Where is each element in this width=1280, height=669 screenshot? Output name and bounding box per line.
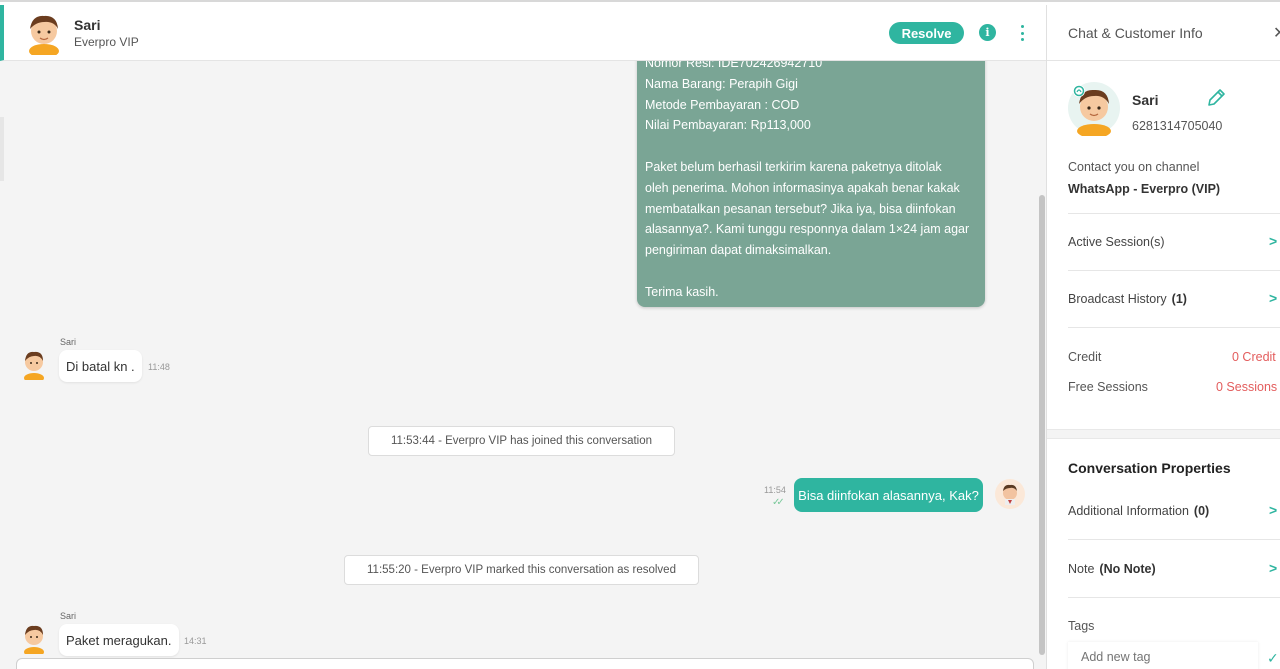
divider (1068, 270, 1280, 271)
panel-header: Chat & Customer Info ✕ (1047, 5, 1280, 61)
more-vertical-icon[interactable] (1015, 22, 1029, 44)
chevron-right-icon[interactable]: > (1269, 290, 1277, 306)
additional-information-count: (0) (1193, 504, 1210, 518)
add-tag-input[interactable] (1068, 642, 1258, 669)
section-gap (1047, 429, 1280, 439)
system-message-joined: 11:53:44 - Everpro VIP has joined this c… (368, 426, 675, 456)
panel-customer-avatar (1068, 80, 1120, 141)
chevron-right-icon[interactable]: > (1269, 560, 1277, 576)
divider (1068, 213, 1280, 214)
close-icon[interactable]: ✕ (1273, 23, 1280, 43)
left-stripe (0, 117, 4, 181)
free-sessions-value: 0 Sessions (1216, 380, 1278, 394)
additional-information-row[interactable]: Additional Information (0) (1068, 500, 1280, 522)
chevron-right-icon[interactable]: > (1269, 502, 1277, 518)
broadcast-history-label: Broadcast History (1068, 292, 1167, 306)
broadcast-history-row[interactable]: Broadcast History (1) (1068, 288, 1280, 310)
broadcast-history-count: (1) (1171, 292, 1187, 306)
panel-customer-phone: 6281314705040 (1132, 119, 1223, 133)
message-input[interactable] (16, 658, 1034, 669)
sender-label: Sari (60, 337, 77, 347)
customer-message-avatar (21, 348, 47, 383)
chat-scrollbar[interactable] (1039, 195, 1045, 655)
header-channel: Everpro VIP (74, 35, 139, 49)
credit-label: Credit (1068, 350, 1102, 364)
contact-channel-label: Contact you on channel (1068, 160, 1200, 174)
customer-message-bubble: Di batal kn . (59, 350, 142, 382)
outgoing-message-time: 11:54 (764, 485, 786, 495)
message-time: 14:31 (184, 636, 207, 646)
note-label: Note (1068, 562, 1095, 576)
free-sessions-label: Free Sessions (1068, 380, 1148, 394)
credit-value: 0 Credit (1232, 350, 1276, 364)
chat-header: Sari Everpro VIP Resolve i (0, 5, 1046, 61)
chat-area: Nomor Resi: IDE702426942710 Nama Barang:… (0, 61, 1046, 669)
agent-avatar (995, 479, 1025, 509)
customer-info-panel: Chat & Customer Info ✕ Sari 628131470504… (1046, 5, 1280, 669)
additional-information-label: Additional Information (1068, 504, 1189, 518)
conversation-properties-title: Conversation Properties (1068, 460, 1231, 476)
edit-pencil-icon[interactable] (1205, 87, 1227, 114)
system-message-resolved: 11:55:20 - Everpro VIP marked this conve… (344, 555, 699, 585)
sender-label: Sari (60, 611, 77, 621)
double-check-icon: ✓✓ (772, 497, 785, 508)
outgoing-message-bubble: Bisa diinfokan alasannya, Kak? (794, 478, 983, 512)
tags-label: Tags (1068, 619, 1095, 633)
divider (1068, 597, 1280, 598)
check-icon[interactable]: ✓ (1267, 650, 1279, 667)
message-time: 11:48 (148, 362, 170, 372)
note-value: (No Note) (1099, 562, 1156, 576)
customer-message-avatar (21, 622, 47, 657)
note-row[interactable]: Note (No Note) (1068, 558, 1280, 580)
customer-avatar[interactable] (24, 11, 64, 60)
info-icon[interactable]: i (979, 24, 996, 41)
active-sessions-label: Active Session(s) (1068, 235, 1165, 249)
resolve-button[interactable]: Resolve (889, 22, 964, 44)
chevron-right-icon[interactable]: > (1269, 233, 1277, 249)
divider (1068, 327, 1280, 328)
agent-message-bubble: Nomor Resi: IDE702426942710 Nama Barang:… (637, 61, 985, 307)
contact-channel-value: WhatsApp - Everpro (VIP) (1068, 182, 1221, 196)
active-sessions-row[interactable]: Active Session(s) (1068, 231, 1280, 253)
divider (1068, 539, 1280, 540)
panel-title: Chat & Customer Info (1068, 25, 1203, 41)
panel-customer-name: Sari (1132, 92, 1159, 108)
agent-message-text: Nomor Resi: IDE702426942710 Nama Barang:… (645, 61, 970, 299)
customer-message-bubble: Paket meragukan. (59, 624, 179, 656)
header-customer-name: Sari (74, 17, 101, 33)
